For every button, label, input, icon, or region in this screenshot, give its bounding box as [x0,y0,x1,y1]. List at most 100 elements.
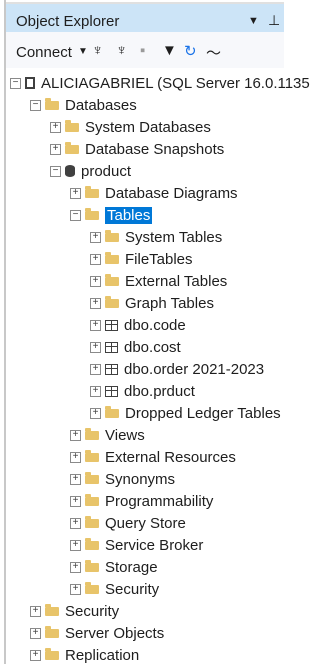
tree-node-dbo-prduct[interactable]: + dbo.prduct [90,380,195,402]
tree-node-server-objects[interactable]: + Server Objects [30,622,164,644]
tree-node-db-security[interactable]: + Security [70,578,159,600]
connect-object-explorer-icon[interactable]: ♆ [92,42,103,59]
folder-icon [85,427,99,440]
tree-node-external-tables[interactable]: + External Tables [90,270,227,292]
node-label: Security [105,580,160,598]
stop-icon[interactable]: ▪ [140,42,145,59]
expand-icon[interactable]: + [70,517,81,529]
folder-icon [105,273,119,286]
node-label: product [81,162,132,180]
expand-icon[interactable]: + [70,583,81,595]
node-label: Security [65,602,120,620]
tree-node-tables[interactable]: − Tables [70,204,153,226]
tree-node-dbo-code[interactable]: + dbo.code [90,314,186,336]
node-label: Programmability [105,492,214,510]
object-tree: − ALICIAGABRIEL (SQL Server 16.0.1135 − … [6,68,310,666]
object-explorer-window: Object Explorer ▼ ⊥ Connect ▼ ♆ ♆ ▪ ▼ ↻ … [0,0,310,666]
folder-icon [45,603,59,616]
node-label: Databases [65,96,137,114]
expand-icon[interactable]: + [90,231,101,243]
tree-node-synonyms[interactable]: + Synonyms [70,468,175,490]
tree-node-server[interactable]: − ALICIAGABRIEL (SQL Server 16.0.1135 [10,72,310,94]
expand-icon[interactable]: + [90,297,101,309]
expand-icon[interactable]: + [70,539,81,551]
tree-node-replication[interactable]: + Replication [30,644,139,666]
tree-node-databases[interactable]: − Databases [30,94,137,116]
tree-node-views[interactable]: + Views [70,424,145,446]
expand-icon[interactable]: + [30,605,41,617]
expand-icon[interactable]: + [50,143,61,155]
refresh-icon[interactable]: ↻ [184,42,197,60]
node-label: Views [105,426,145,444]
collapse-icon[interactable]: − [50,165,61,177]
expand-icon[interactable]: + [90,319,101,331]
expand-icon[interactable]: + [30,627,41,639]
folder-icon [85,559,99,572]
tree-node-database-diagrams[interactable]: + Database Diagrams [70,182,238,204]
tree-node-dropped-ledger-tables[interactable]: + Dropped Ledger Tables [90,402,281,424]
tree-node-dbo-order[interactable]: + dbo.order 2021-2023 [90,358,264,380]
tree-node-security[interactable]: + Security [30,600,119,622]
folder-icon [105,405,119,418]
expand-icon[interactable]: + [90,275,101,287]
node-label: Dropped Ledger Tables [125,404,281,422]
filter-icon[interactable]: ▼ [162,42,177,59]
node-label: Synonyms [105,470,176,488]
tree-node-dbo-cost[interactable]: + dbo.cost [90,336,181,358]
toolbar: Connect ▼ ♆ ♆ ▪ ▼ ↻ 〜 [6,32,284,68]
disconnect-icon[interactable]: ♆ [116,42,127,59]
expand-icon[interactable]: + [90,341,101,353]
tree-node-storage[interactable]: + Storage [70,556,158,578]
node-label: Server Objects [65,624,165,642]
node-label: dbo.code [124,316,186,334]
expand-icon[interactable]: + [90,385,101,397]
tree-node-database-snapshots[interactable]: + Database Snapshots [50,138,224,160]
tree-node-system-tables[interactable]: + System Tables [90,226,222,248]
node-label: Database Diagrams [105,184,238,202]
connect-dropdown-icon[interactable]: ▼ [78,46,88,57]
expand-icon[interactable]: + [70,451,81,463]
expand-icon[interactable]: + [70,495,81,507]
collapse-icon[interactable]: − [30,99,41,111]
node-label: dbo.prduct [124,382,195,400]
node-label: System Databases [85,118,211,136]
tree-node-product[interactable]: − product [50,160,131,182]
tree-node-programmability[interactable]: + Programmability [70,490,213,512]
pin-icon[interactable]: ⊥ [268,12,280,29]
folder-icon [85,449,99,462]
table-icon [105,319,118,331]
panel-title: Object Explorer [16,13,120,30]
table-icon [105,341,118,353]
tree-node-graph-tables[interactable]: + Graph Tables [90,292,214,314]
tree-node-system-databases[interactable]: + System Databases [50,116,211,138]
expand-icon[interactable]: + [70,473,81,485]
expand-icon[interactable]: + [30,649,41,661]
tree-node-query-store[interactable]: + Query Store [70,512,186,534]
expand-icon[interactable]: + [50,121,61,133]
expand-icon[interactable]: + [90,253,101,265]
node-label: External Resources [105,448,236,466]
node-label: Graph Tables [125,294,214,312]
node-label: Service Broker [105,536,204,554]
folder-icon [85,537,99,550]
node-label: dbo.order 2021-2023 [124,360,265,378]
folder-icon [85,471,99,484]
folder-icon [85,207,99,220]
window-position-dropdown-icon[interactable]: ▼ [248,15,259,27]
expand-icon[interactable]: + [70,429,81,441]
tree-node-external-resources[interactable]: + External Resources [70,446,236,468]
expand-icon[interactable]: + [90,407,101,419]
activity-icon[interactable]: 〜 [206,42,221,63]
tree-node-service-broker[interactable]: + Service Broker [70,534,203,556]
node-label-selected: Tables [105,206,153,224]
collapse-icon[interactable]: − [10,77,21,89]
folder-icon [65,119,79,132]
expand-icon[interactable]: + [70,187,81,199]
collapse-icon[interactable]: − [70,209,81,221]
folder-icon [105,229,119,242]
expand-icon[interactable]: + [90,363,101,375]
server-icon [25,77,35,89]
tree-node-filetables[interactable]: + FileTables [90,248,193,270]
expand-icon[interactable]: + [70,561,81,573]
connect-button[interactable]: Connect [16,44,72,61]
